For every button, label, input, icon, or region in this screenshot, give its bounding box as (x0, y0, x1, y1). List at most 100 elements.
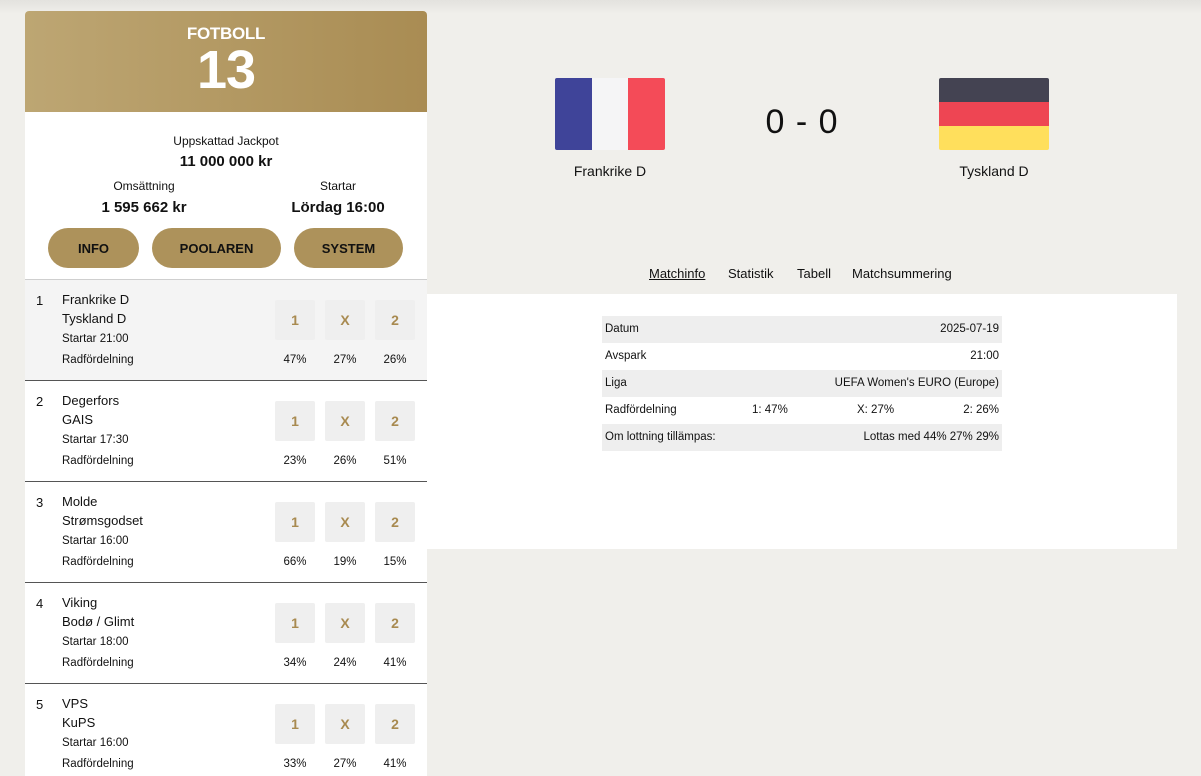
sign-x-button[interactable]: X (325, 603, 365, 643)
dist-label: Radfördelning (62, 455, 134, 467)
sign-1-button[interactable]: 1 (275, 502, 315, 542)
match-number: 4 (36, 596, 44, 611)
matchinfo-panel: Datum 2025-07-19 Avspark 21:00 Liga UEFA… (427, 294, 1177, 549)
coupon-panel: FOTBOLL 13 Uppskattad Jackpot 11 000 000… (25, 11, 427, 776)
match-row[interactable]: 4 Viking Bodø / Glimt Startar 18:00 Radf… (25, 583, 427, 684)
sign-x-button[interactable]: X (325, 401, 365, 441)
pct-x: 27% (333, 758, 357, 770)
away-team: Strømsgodset (62, 513, 143, 528)
info-row-radfordelning: Radfördelning 1: 47% X: 27% 2: 26% (602, 397, 1002, 424)
away-team: Bodø / Glimt (62, 614, 135, 629)
match-number: 5 (36, 697, 44, 712)
sign-2-button[interactable]: 2 (375, 502, 415, 542)
info-row-liga: Liga UEFA Women's EURO (Europe) (602, 370, 1002, 397)
match-score: 0 - 0 (765, 103, 839, 141)
omsattning-value: 1 595 662 kr (101, 199, 187, 216)
pct-x: 19% (333, 556, 357, 568)
sign-x-button[interactable]: X (325, 502, 365, 542)
france-flag-icon (555, 78, 665, 150)
pct-1: 47% (283, 354, 307, 366)
coupon-buttons: INFO POOLAREN SYSTEM (25, 228, 427, 268)
pct-1: 66% (283, 556, 307, 568)
pct-2: 41% (383, 657, 407, 669)
home-team: Molde (62, 494, 98, 509)
info-row-avspark: Avspark 21:00 (602, 343, 1002, 370)
tab-statistik[interactable]: Statistik (728, 266, 774, 281)
system-button[interactable]: SYSTEM (294, 228, 403, 268)
pct-1: 23% (283, 455, 307, 467)
flag-stripe-red (628, 78, 665, 150)
omsattning-stat: Omsättning 1 595 662 kr (25, 179, 263, 216)
away-team: KuPS (62, 715, 96, 730)
home-team: Viking (62, 595, 98, 610)
pct-x: 24% (333, 657, 357, 669)
liga-label: Liga (605, 377, 627, 389)
tab-matchinfo[interactable]: Matchinfo (649, 266, 705, 281)
pct-x: 26% (333, 455, 357, 467)
sign-2-button[interactable]: 2 (375, 704, 415, 744)
match-row[interactable]: 2 Degerfors GAIS Startar 17:30 Radfördel… (25, 381, 427, 482)
sign-x-button[interactable]: X (325, 300, 365, 340)
dist-2-value: 2: 26% (963, 404, 999, 416)
startar-stat: Startar Lördag 16:00 (263, 179, 413, 216)
flag-stripe-blue (555, 78, 592, 150)
match-start: Startar 17:30 (62, 434, 129, 446)
coupon-stats: Omsättning 1 595 662 kr Startar Lördag 1… (25, 179, 427, 216)
match-row[interactable]: 3 Molde Strømsgodset Startar 16:00 Radfö… (25, 482, 427, 583)
away-team: GAIS (62, 412, 94, 427)
datum-label: Datum (605, 323, 639, 335)
pct-2: 15% (383, 556, 407, 568)
jackpot-label: Uppskattad Jackpot (173, 134, 279, 148)
flag-stripe-white (591, 78, 629, 150)
sign-1-button[interactable]: 1 (275, 300, 315, 340)
match-start: Startar 16:00 (62, 535, 129, 547)
flag-stripe-red (939, 102, 1049, 126)
sign-2-button[interactable]: 2 (375, 401, 415, 441)
home-team: Frankrike D (62, 292, 130, 307)
home-team: VPS (62, 696, 89, 711)
datum-value: 2025-07-19 (940, 323, 999, 335)
lottning-value: Lottas med 44% 27% 29% (863, 431, 999, 443)
sign-2-button[interactable]: 2 (375, 603, 415, 643)
flag-stripe-gold (939, 126, 1049, 150)
flag-stripe-black (939, 78, 1049, 102)
lottning-label: Om lottning tillämpas: (605, 431, 716, 443)
match-number: 3 (36, 495, 44, 510)
dist-label: Radfördelning (62, 354, 134, 366)
coupon-header: FOTBOLL 13 (25, 11, 427, 112)
tab-tabell[interactable]: Tabell (797, 266, 831, 281)
match-number: 1 (36, 293, 44, 308)
info-row-datum: Datum 2025-07-19 (602, 316, 1002, 343)
match-row[interactable]: 5 VPS KuPS Startar 16:00 Radfördelning 1… (25, 684, 427, 776)
match-row[interactable]: 1 Frankrike D Tyskland D Startar 21:00 R… (25, 280, 427, 381)
sign-2-button[interactable]: 2 (375, 300, 415, 340)
pct-x: 27% (333, 354, 357, 366)
home-team-name: Frankrike D (573, 163, 647, 179)
sign-1-button[interactable]: 1 (275, 704, 315, 744)
germany-flag-icon (939, 78, 1049, 150)
away-team: Tyskland D (62, 311, 127, 326)
omsattning-label: Omsättning (113, 179, 175, 193)
match-start: Startar 21:00 (62, 333, 129, 345)
jackpot-value: 11 000 000 kr (179, 153, 273, 170)
liga-value: UEFA Women's EURO (Europe) (834, 377, 999, 389)
away-team-name: Tyskland D (959, 163, 1029, 179)
pct-1: 33% (283, 758, 307, 770)
avspark-label: Avspark (605, 350, 647, 362)
match-number: 2 (36, 394, 44, 409)
pct-1: 34% (283, 657, 307, 669)
tab-matchsummering[interactable]: Matchsummering (852, 266, 952, 281)
pct-2: 51% (383, 455, 407, 467)
home-team: Degerfors (62, 393, 120, 408)
pct-2: 26% (383, 354, 407, 366)
startar-value: Lördag 16:00 (291, 199, 385, 216)
dist-1-value: 1: 47% (752, 404, 788, 416)
dist-label: Radfördelning (62, 758, 134, 770)
info-button[interactable]: INFO (48, 228, 139, 268)
sign-1-button[interactable]: 1 (275, 401, 315, 441)
poolaren-button[interactable]: POOLAREN (152, 228, 281, 268)
dist-label: Radfördelning (62, 657, 134, 669)
sign-1-button[interactable]: 1 (275, 603, 315, 643)
matchinfo-table: Datum 2025-07-19 Avspark 21:00 Liga UEFA… (602, 316, 1002, 451)
sign-x-button[interactable]: X (325, 704, 365, 744)
